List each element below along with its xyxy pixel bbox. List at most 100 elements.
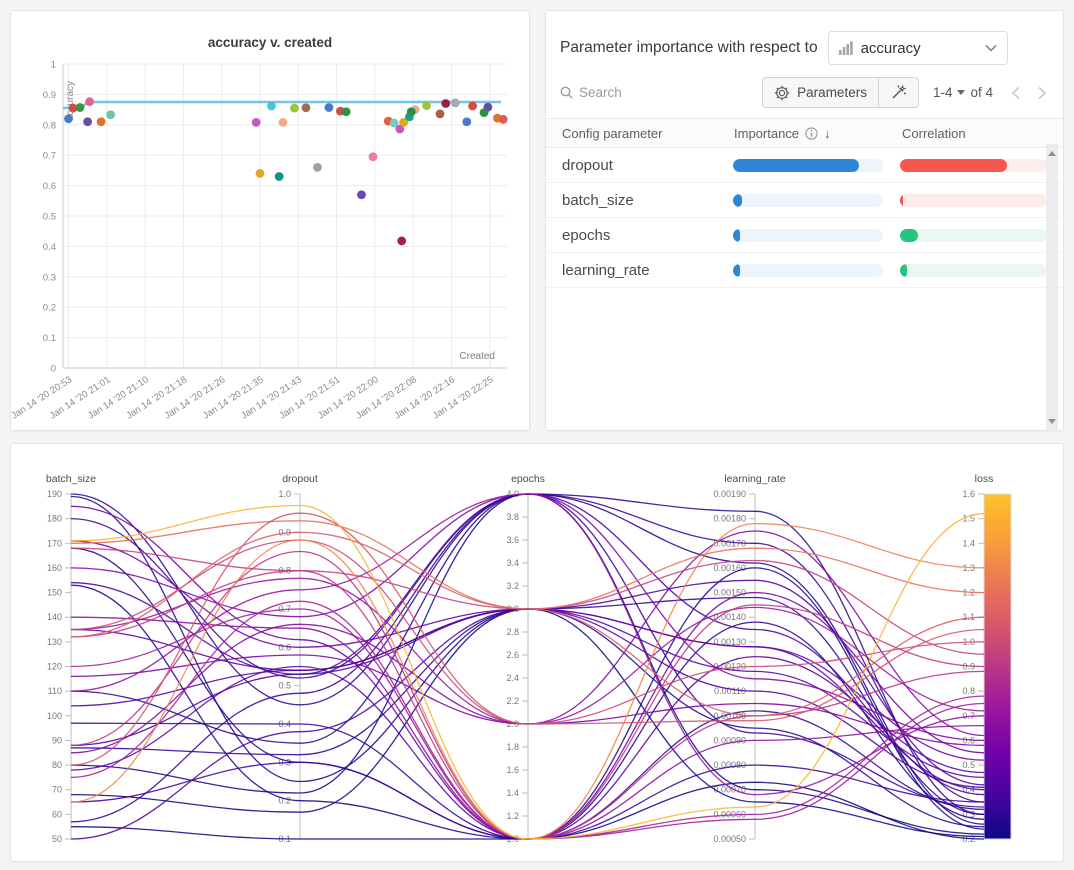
axis-tick-label: 2.8 bbox=[506, 627, 519, 637]
chevron-right-icon[interactable] bbox=[1037, 86, 1047, 100]
axis-tick-label: 90 bbox=[52, 735, 62, 745]
baseline-max-accuracy[interactable] bbox=[63, 102, 501, 108]
table-row[interactable]: dropout bbox=[546, 148, 1063, 183]
scatter-point[interactable] bbox=[85, 97, 94, 106]
axis-tick-label: 3.2 bbox=[506, 581, 519, 591]
importance-table-header: Config parameter Importance ↓ Correlatio… bbox=[546, 118, 1063, 148]
scatter-point[interactable] bbox=[499, 115, 508, 124]
scrollbar-up-icon[interactable] bbox=[1048, 151, 1056, 156]
scatter-point[interactable] bbox=[64, 114, 73, 123]
importance-bar bbox=[733, 194, 742, 207]
axis-title-learning_rate[interactable]: learning_rate bbox=[724, 473, 785, 485]
scatter-point[interactable] bbox=[252, 118, 261, 127]
scatter-point[interactable] bbox=[441, 99, 450, 108]
scatter-point[interactable] bbox=[290, 104, 299, 113]
scatter-point[interactable] bbox=[267, 102, 276, 111]
scatter-point[interactable] bbox=[397, 237, 406, 246]
pagination-caret-icon[interactable] bbox=[957, 90, 965, 95]
scatter-point[interactable] bbox=[342, 107, 351, 116]
correlation-bar bbox=[900, 159, 1007, 172]
importance-header: Parameter importance with respect to acc… bbox=[546, 11, 1063, 65]
correlation-bar-track bbox=[900, 194, 1047, 207]
correlation-bar bbox=[900, 264, 907, 277]
table-row[interactable]: epochs bbox=[546, 218, 1063, 253]
scatter-point[interactable] bbox=[302, 103, 311, 112]
scatter-point[interactable] bbox=[468, 102, 477, 111]
scatter-point[interactable] bbox=[97, 117, 106, 126]
axis-tick-label: 0.00050 bbox=[713, 834, 746, 844]
importance-bar bbox=[733, 229, 741, 242]
scatter-point[interactable] bbox=[325, 103, 334, 112]
scatter-point[interactable] bbox=[436, 109, 445, 118]
table-row[interactable]: learning_rate bbox=[546, 253, 1063, 288]
parallel-coordinates-chart[interactable]: batch_size506070809010011012013014015016… bbox=[11, 444, 1063, 861]
axis-title-batch_size[interactable]: batch_size bbox=[46, 473, 96, 485]
column-config-parameter[interactable]: Config parameter bbox=[562, 126, 734, 141]
scrollbar-down-icon[interactable] bbox=[1048, 419, 1056, 424]
sort-descending-icon[interactable]: ↓ bbox=[824, 126, 831, 141]
scatter-plot-title: accuracy v. created bbox=[11, 35, 529, 50]
axis-tick-label: 0.00190 bbox=[713, 489, 746, 499]
scatter-plot-panel: accuracy v. created 00.10.20.30.40.50.60… bbox=[10, 10, 530, 431]
scatter-point[interactable] bbox=[313, 163, 322, 172]
axis-tick-label: 170 bbox=[47, 538, 62, 548]
magic-wand-button[interactable] bbox=[878, 78, 918, 107]
chevron-down-icon bbox=[985, 44, 997, 52]
pagination-range-dropdown[interactable]: 1-4 bbox=[933, 85, 953, 100]
axis-title-dropout[interactable]: dropout bbox=[282, 473, 318, 485]
axis-tick-label: 0.00150 bbox=[713, 588, 746, 598]
axis-tick-label: 1.4 bbox=[962, 538, 975, 548]
importance-table-body: dropout batch_sizeepochslearning_rate bbox=[546, 148, 1063, 288]
scatter-point[interactable] bbox=[480, 108, 489, 117]
info-icon[interactable] bbox=[805, 127, 818, 140]
y-tick-label: 0.1 bbox=[43, 333, 56, 344]
pagination: 1-4 of 4 bbox=[933, 85, 993, 100]
scatter-chart[interactable]: 00.10.20.30.40.50.60.70.80.91Jan 14 '20 … bbox=[11, 11, 529, 430]
scatter-point[interactable] bbox=[279, 118, 288, 127]
correlation-bar-track bbox=[900, 159, 1047, 172]
scatter-point[interactable] bbox=[256, 169, 265, 178]
axis-tick-label: 1.4 bbox=[506, 788, 519, 798]
axis-tick-label: 120 bbox=[47, 662, 62, 672]
scatter-point[interactable] bbox=[451, 99, 460, 108]
scatter-point[interactable] bbox=[106, 110, 115, 119]
search-input[interactable] bbox=[579, 85, 689, 100]
axis-tick-label: 2.4 bbox=[506, 673, 519, 683]
chevron-left-icon[interactable] bbox=[1011, 86, 1021, 100]
axis-title-loss[interactable]: loss bbox=[975, 473, 994, 485]
y-tick-label: 0.7 bbox=[43, 151, 56, 162]
correlation-bar-track bbox=[900, 229, 1047, 242]
y-tick-label: 0.6 bbox=[43, 181, 56, 192]
loss-colorbar bbox=[984, 494, 1011, 839]
axis-tick-label: 2.6 bbox=[506, 650, 519, 660]
axis-tick-label: 130 bbox=[47, 637, 62, 647]
scatter-point[interactable] bbox=[275, 172, 284, 181]
scatter-point[interactable] bbox=[83, 117, 92, 126]
column-importance[interactable]: Importance bbox=[734, 126, 799, 141]
correlation-bar bbox=[900, 229, 918, 242]
scatter-point[interactable] bbox=[357, 190, 366, 199]
column-correlation[interactable]: Correlation bbox=[902, 126, 1047, 141]
search-icon bbox=[560, 86, 573, 99]
y-tick-label: 0.4 bbox=[43, 242, 56, 253]
parameters-button[interactable]: Parameters bbox=[763, 78, 878, 107]
axis-tick-label: 110 bbox=[48, 686, 62, 696]
axis-tick-label: 0.00160 bbox=[713, 563, 746, 573]
correlation-bar bbox=[900, 194, 903, 207]
config-parameter-name: batch_size bbox=[562, 192, 733, 209]
metric-dropdown[interactable]: accuracy bbox=[828, 31, 1008, 65]
axis-tick-label: 0.00180 bbox=[713, 514, 746, 524]
parameter-importance-panel: Parameter importance with respect to acc… bbox=[545, 10, 1064, 431]
axis-tick-label: 80 bbox=[52, 760, 62, 770]
y-tick-label: 0.2 bbox=[43, 303, 56, 314]
scatter-point[interactable] bbox=[407, 107, 416, 116]
axis-title-epochs[interactable]: epochs bbox=[511, 473, 545, 485]
search-box[interactable] bbox=[560, 85, 689, 100]
scatter-point[interactable] bbox=[369, 152, 378, 161]
table-row[interactable]: batch_size bbox=[546, 183, 1063, 218]
scatter-point[interactable] bbox=[422, 101, 431, 110]
scatter-point[interactable] bbox=[462, 117, 471, 126]
table-scrollbar[interactable] bbox=[1046, 144, 1058, 431]
scatter-point[interactable] bbox=[76, 103, 85, 112]
axis-tick-label: 1.6 bbox=[506, 765, 519, 775]
